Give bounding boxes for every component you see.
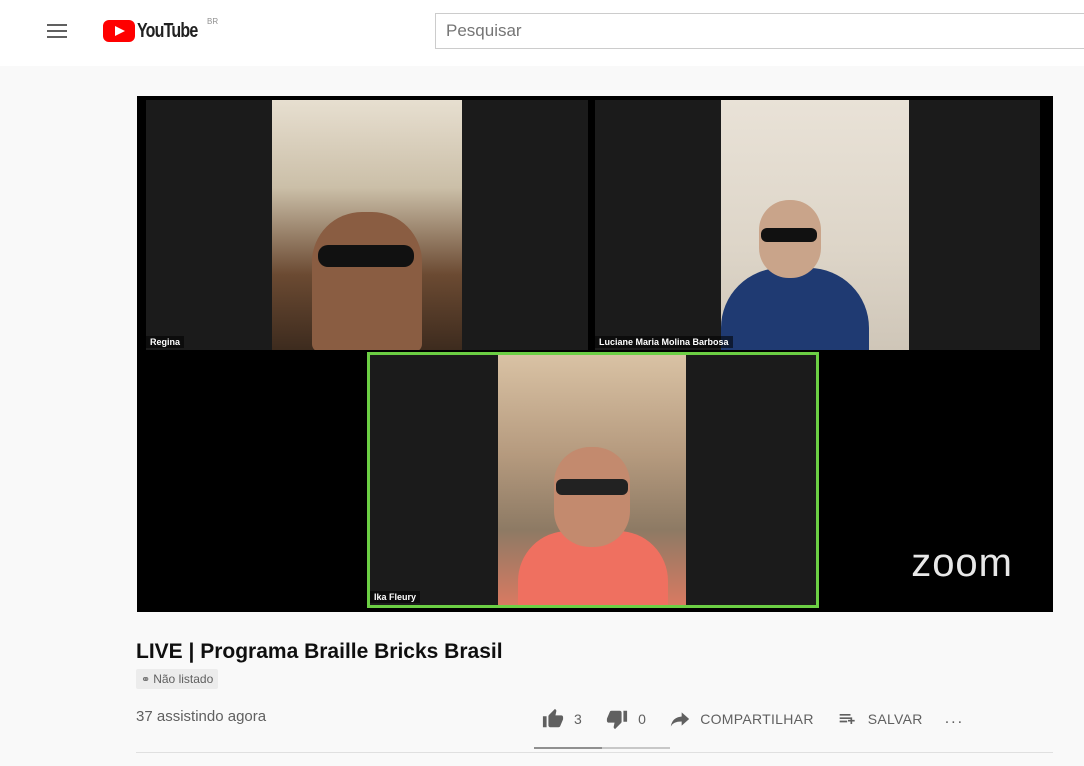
link-icon: ⚭ [141, 673, 151, 686]
masthead: YouTube BR [0, 0, 1084, 66]
participant-name: Regina [146, 336, 185, 348]
sentiment-bar-fill [534, 747, 602, 749]
video-actions: 3 0 COMPARTILHAR SALVAR ... [540, 704, 986, 734]
participant-video [721, 100, 909, 350]
sunglasses [761, 228, 817, 242]
visibility-badge: ⚭ Não listado [136, 669, 219, 689]
logo-text: YouTube [137, 19, 198, 42]
play-icon [103, 20, 135, 42]
region-code: BR [207, 17, 219, 26]
playlist-add-icon [839, 714, 855, 724]
hamburger-menu-icon[interactable] [44, 20, 70, 42]
participant-video [272, 100, 462, 350]
participant-tile-regina: Regina [146, 100, 588, 350]
more-dots-icon: ... [944, 710, 965, 727]
save-button[interactable]: SALVAR [836, 709, 923, 729]
dislike-button[interactable]: 0 [604, 708, 646, 730]
participant-tile-ika: Ika Fleury [367, 352, 819, 608]
sunglasses [318, 245, 414, 267]
like-button[interactable]: 3 [540, 708, 582, 730]
youtube-logo[interactable]: YouTube BR [103, 17, 218, 45]
participant-tile-luciane: Luciane Maria Molina Barbosa [595, 100, 1040, 350]
zoom-watermark: zoom [911, 541, 1013, 585]
glasses [556, 479, 628, 495]
thumbs-down-icon [607, 710, 628, 730]
visibility-label: Não listado [153, 672, 214, 686]
live-viewer-count: 37 assistindo agora [136, 708, 267, 725]
share-button[interactable]: COMPARTILHAR [668, 709, 814, 729]
search-input[interactable] [435, 13, 1084, 49]
more-actions-button[interactable]: ... [945, 710, 964, 728]
dislike-count: 0 [638, 711, 647, 727]
divider [136, 752, 1053, 753]
like-count: 3 [574, 711, 583, 727]
participant-name: Ika Fleury [370, 591, 421, 603]
share-arrow-icon [671, 712, 690, 727]
participant-video [498, 355, 686, 605]
participant-name: Luciane Maria Molina Barbosa [595, 336, 733, 348]
save-label: SALVAR [867, 711, 923, 727]
sentiment-bar [534, 747, 670, 749]
video-title: LIVE | Programa Braille Bricks Brasil [136, 640, 503, 663]
video-player[interactable]: Regina Luciane Maria Molina Barbosa Ika … [137, 96, 1053, 612]
share-label: COMPARTILHAR [700, 711, 814, 727]
participant-figure [312, 212, 422, 350]
participant-figure [721, 268, 869, 350]
participant-head [554, 447, 630, 547]
thumbs-up-icon [542, 708, 564, 728]
